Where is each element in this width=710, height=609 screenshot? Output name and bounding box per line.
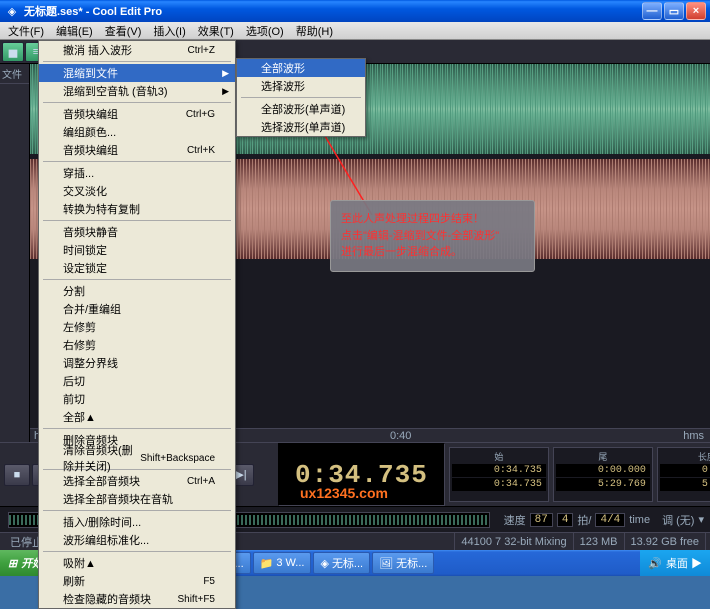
menu-item[interactable]: 全部▲ [39,408,235,426]
files-panel-label: 文件 [0,64,29,84]
menu-item[interactable]: 刷新F5 [39,572,235,590]
menu-item[interactable]: 编组颜色... [39,123,235,141]
menu-item[interactable]: 前切 [39,390,235,408]
time-unit: time [629,514,650,526]
menu-item[interactable]: 穿插... [39,164,235,182]
time-value[interactable]: 5:29.769 [556,478,650,491]
minimize-button[interactable]: — [642,2,662,20]
tutorial-annotation: 至此人声处理过程四步结束！ 点击"编辑-混缩到文件-全部波形" 进行最后一步混缩… [330,200,535,272]
ruler-tick: 0:40 [390,430,411,442]
annotation-line: 至此人声处理过程四步结束！ [341,211,524,228]
menu-help[interactable]: 帮助(H) [290,21,339,41]
sig-value[interactable]: 4/4 [595,513,625,527]
bars-value[interactable]: 4 [557,513,574,527]
app-icon: ◈ [4,3,20,19]
status-disk: 13.92 GB free [625,533,707,550]
menu-item[interactable]: 转换为特有复制 [39,200,235,218]
status-memory: 123 MB [574,533,625,550]
ruler-unit-right: hms [683,430,704,442]
time-value[interactable]: 0:00.000 [556,464,650,477]
menu-item[interactable]: 交叉淡化 [39,182,235,200]
submenu-item[interactable]: 选择波形(单声道) [237,118,365,136]
menu-edit[interactable]: 编辑(E) [50,21,99,41]
menu-insert[interactable]: 插入(I) [147,21,191,41]
speed-label: 速度 [504,512,526,528]
time-panel-end: 尾 0:00.000 5:29.769 [553,447,653,502]
speed-value[interactable]: 87 [530,513,553,527]
maximize-button[interactable]: ▭ [664,2,684,20]
time-value[interactable]: 5:29.769 [660,478,710,491]
taskbar-item[interactable]: 📁3 W... [253,552,312,574]
menu-item[interactable]: 音频块编组Ctrl+K [39,141,235,159]
menu-item[interactable]: 混缩到空音轨 (音轨3)▶ [39,82,235,100]
status-format: 44100 7 32-bit Mixing [455,533,573,550]
submenu-item[interactable]: 选择波形 [237,77,365,95]
menu-item[interactable]: 选择全部音频块Ctrl+A [39,472,235,490]
stop-button[interactable]: ■ [4,464,30,486]
menu-view[interactable]: 查看(V) [99,21,148,41]
menu-item[interactable]: 设定锁定 [39,259,235,277]
tray-icon[interactable]: 🔊 [648,557,662,570]
menu-item[interactable]: 后切 [39,372,235,390]
side-panel: 文件 [0,64,30,442]
menu-item[interactable]: 音频块静音 [39,223,235,241]
menu-item[interactable]: 合并/重编组 [39,300,235,318]
time-panel-begin: 始 0:34.735 0:34.735 [449,447,549,502]
taskbar-item[interactable]: ◈无标... [313,552,370,574]
menu-item[interactable]: 波形编组标准化... [39,531,235,549]
menu-item[interactable]: 调整分界线 [39,354,235,372]
menu-item[interactable]: 左修剪 [39,318,235,336]
time-panel-length: 长度 0:00.000 5:29.769 [657,447,710,502]
panel-header: 始 [452,450,546,463]
menu-item[interactable]: 音频块编组Ctrl+G [39,105,235,123]
waveform-view-button[interactable]: ▅ [2,42,24,62]
menu-item[interactable]: 右修剪 [39,336,235,354]
menu-item[interactable]: 分割 [39,282,235,300]
watermark: ux12345.com [300,485,388,501]
panel-header: 尾 [556,450,650,463]
time-panels: 始 0:34.735 0:34.735 尾 0:00.000 5:29.769 … [445,443,710,506]
menu-item[interactable]: 撤消 插入波形Ctrl+Z [39,41,235,59]
menu-item[interactable]: 检查隐藏的音频块Shift+F5 [39,590,235,608]
menu-item[interactable]: 混缩到文件▶ [39,64,235,82]
tempo-controls: 速度 87 4 拍/ 4/4 time [498,512,656,528]
submenu-item[interactable]: 全部波形 [237,59,365,77]
key-label: 调 (无) [662,512,694,528]
system-tray[interactable]: 🔊 桌面 ▶ [640,550,710,576]
submenu-item[interactable]: 全部波形(单声道) [237,100,365,118]
windows-logo-icon: ⊞ [8,557,17,570]
menu-item[interactable]: 清除音频块(删除并关闭)Shift+Backspace [39,449,235,467]
time-value[interactable]: 0:34.735 [452,464,546,477]
edit-menu-dropdown: 撤消 插入波形Ctrl+Z 混缩到文件▶混缩到空音轨 (音轨3)▶ 音频块编组Ctr… [38,40,236,609]
menu-item[interactable]: 吸附▲ [39,554,235,572]
key-controls: 调 (无) ▾ [656,512,710,528]
beat-label: 拍/ [577,512,591,528]
time-value[interactable]: 0:34.735 [452,478,546,491]
menu-item[interactable]: 时间锁定 [39,241,235,259]
taskbar-item[interactable]: 🖼无标... [372,552,434,574]
menu-options[interactable]: 选项(O) [240,21,290,41]
time-value[interactable]: 0:00.000 [660,464,710,477]
menu-effects[interactable]: 效果(T) [192,21,240,41]
annotation-line: 进行最后一步混缩合成。 [341,244,524,261]
close-button[interactable]: × [686,2,706,20]
menu-item[interactable]: 插入/删除时间... [39,513,235,531]
menu-file[interactable]: 文件(F) [2,21,50,41]
window-titlebar: ◈ 无标题.ses* - Cool Edit Pro — ▭ × [0,0,710,22]
tray-text: 桌面 ▶ [666,555,702,571]
menu-item[interactable]: 选择全部音频块在音轨 [39,490,235,508]
annotation-line: 点击"编辑-混缩到文件-全部波形" [341,228,524,245]
key-dropdown-icon[interactable]: ▾ [698,513,704,526]
menubar: 文件(F) 编辑(E) 查看(V) 插入(I) 效果(T) 选项(O) 帮助(H… [0,22,710,40]
mixdown-submenu: 全部波形选择波形全部波形(单声道)选择波形(单声道) [236,58,366,137]
panel-header: 长度 [660,450,710,463]
window-title: 无标题.ses* - Cool Edit Pro [24,3,640,19]
